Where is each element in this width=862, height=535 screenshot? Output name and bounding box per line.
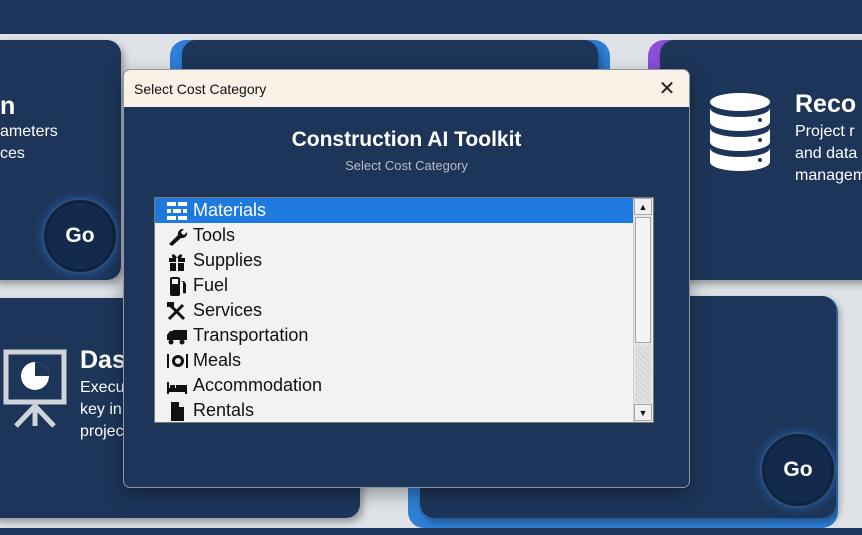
list-item-tools[interactable]: Tools bbox=[155, 223, 633, 248]
list-item-label: Services bbox=[193, 300, 263, 320]
select-cost-category-dialog: Select Cost Category ✕ Construction AI T… bbox=[123, 69, 690, 488]
gift-box-icon bbox=[165, 250, 189, 272]
close-icon[interactable]: ✕ bbox=[655, 77, 679, 101]
scroll-up-button[interactable]: ▲ bbox=[634, 198, 652, 215]
card-description-line: key in bbox=[80, 401, 122, 418]
dialog-titlebar: Select Cost Category ✕ bbox=[124, 70, 689, 107]
list-item-fuel[interactable]: Fuel bbox=[155, 273, 633, 298]
card-title: Reco bbox=[795, 90, 857, 118]
list-item-label: Meals bbox=[193, 350, 242, 370]
category-listbox[interactable]: Materials Tools Supplies Fuel Services Transp… bbox=[154, 197, 654, 423]
card-description-line: managem bbox=[795, 167, 862, 184]
fuel-pump-icon bbox=[165, 275, 189, 297]
hammer-wrench-icon bbox=[165, 300, 189, 322]
list-item-label: Accommodation bbox=[193, 375, 323, 395]
document-icon bbox=[165, 400, 189, 422]
top-header-bar bbox=[0, 0, 862, 34]
bottom-bar bbox=[0, 528, 862, 535]
list-item-label: Materials bbox=[193, 200, 267, 220]
wrench-icon bbox=[165, 225, 189, 247]
list-item-materials[interactable]: Materials bbox=[155, 198, 633, 223]
list-item-label: Supplies bbox=[193, 250, 263, 270]
list-item-label: Rentals bbox=[193, 400, 255, 420]
list-item-transportation[interactable]: Transportation bbox=[155, 323, 633, 348]
list-item-services[interactable]: Services bbox=[155, 298, 633, 323]
card-description-line: ameters bbox=[0, 123, 58, 140]
dialog-title: Select Cost Category bbox=[134, 80, 267, 97]
list-item-rentals[interactable]: Rentals bbox=[155, 398, 633, 422]
card-description-line: ces bbox=[0, 145, 25, 162]
database-icon bbox=[710, 93, 770, 171]
card-title: n bbox=[0, 92, 16, 120]
list-item-accommodation[interactable]: Accommodation bbox=[155, 373, 633, 398]
list-item-meals[interactable]: Meals bbox=[155, 348, 633, 373]
card-description-line: projec bbox=[80, 423, 124, 440]
go-button[interactable]: Go bbox=[44, 200, 116, 272]
scroll-down-button[interactable]: ▼ bbox=[634, 404, 652, 421]
list-item-label: Transportation bbox=[193, 325, 309, 345]
truck-icon bbox=[165, 325, 189, 347]
card-description-line: Execu bbox=[80, 379, 125, 396]
bed-icon bbox=[165, 375, 189, 397]
plate-icon bbox=[165, 350, 189, 372]
list-item-label: Fuel bbox=[193, 275, 229, 295]
listbox-scrollbar[interactable]: ▲ ▼ bbox=[633, 198, 653, 422]
scroll-thumb[interactable] bbox=[635, 217, 651, 343]
dialog-heading: Construction AI Toolkit bbox=[291, 128, 522, 151]
list-item-label: Tools bbox=[193, 225, 236, 245]
card-top-right: Reco Project r and data managem bbox=[660, 40, 862, 280]
card-description-line: Project r bbox=[795, 123, 855, 140]
card-title: Das bbox=[80, 346, 126, 374]
card-description-line: and data bbox=[795, 145, 858, 162]
brick-icon bbox=[165, 200, 189, 222]
list-item-supplies[interactable]: Supplies bbox=[155, 248, 633, 273]
card-top-left: n ameters ces Go bbox=[0, 40, 121, 280]
go-button[interactable]: Go bbox=[762, 434, 834, 506]
scroll-track[interactable] bbox=[635, 345, 651, 403]
presentation-chart-icon bbox=[3, 349, 67, 428]
dialog-subheading: Select Cost Category bbox=[345, 158, 468, 173]
